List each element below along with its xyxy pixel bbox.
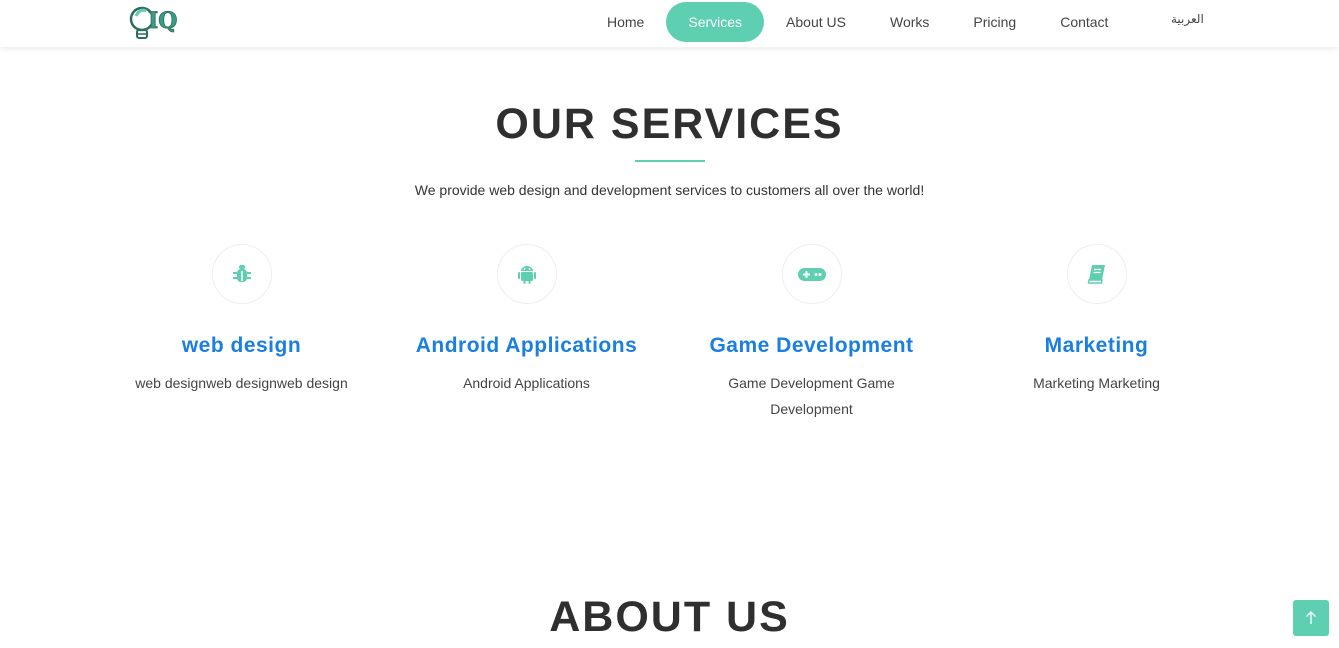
service-description: web designweb designweb design	[135, 375, 348, 391]
android-icon	[517, 266, 536, 284]
book-icon	[1087, 265, 1105, 284]
service-card-marketing: Marketing Marketing Marketing	[954, 244, 1239, 396]
svg-text:IQ: IQ	[148, 8, 177, 34]
about-title: ABOUT US	[549, 593, 790, 641]
service-title[interactable]: Android Applications	[384, 334, 669, 358]
title-underline	[635, 160, 705, 162]
service-description: Game Development Game Development	[728, 375, 895, 417]
service-card-android: Android Applications Android Application…	[384, 244, 669, 396]
service-description: Marketing Marketing	[1033, 375, 1160, 391]
service-icon-container	[1066, 244, 1127, 304]
service-icon-container	[496, 244, 557, 304]
service-title[interactable]: web design	[99, 334, 384, 358]
navbar: IQ Home Services About US Works Pricing …	[0, 0, 1339, 47]
nav-about-us[interactable]: About US	[764, 2, 868, 42]
language-switch[interactable]: العربية	[1171, 12, 1204, 26]
nav-services[interactable]: Services	[666, 2, 765, 42]
service-description: Android Applications	[463, 375, 590, 391]
nav-contact[interactable]: Contact	[1038, 2, 1130, 42]
main-nav: Home Services About US Works Pricing Con…	[585, 2, 1130, 42]
nav-home[interactable]: Home	[585, 2, 666, 42]
service-icon-container	[781, 244, 842, 304]
back-to-top-button[interactable]	[1293, 600, 1329, 636]
site-logo[interactable]: IQ	[126, 2, 178, 44]
service-title[interactable]: Marketing	[954, 334, 1239, 358]
nav-pricing[interactable]: Pricing	[951, 2, 1038, 42]
gamepad-icon	[797, 268, 826, 281]
service-card-web-design: web design web designweb designweb desig…	[99, 244, 384, 396]
service-card-game-development: Game Development Game Development Game D…	[669, 244, 954, 422]
services-subtitle: We provide web design and development se…	[414, 182, 925, 198]
bug-icon	[232, 265, 251, 282]
services-title: OUR SERVICES	[495, 100, 844, 148]
nav-works[interactable]: Works	[868, 2, 951, 42]
arrow-up-icon	[1306, 611, 1316, 624]
service-icon-container	[211, 244, 272, 304]
service-title[interactable]: Game Development	[669, 334, 954, 358]
